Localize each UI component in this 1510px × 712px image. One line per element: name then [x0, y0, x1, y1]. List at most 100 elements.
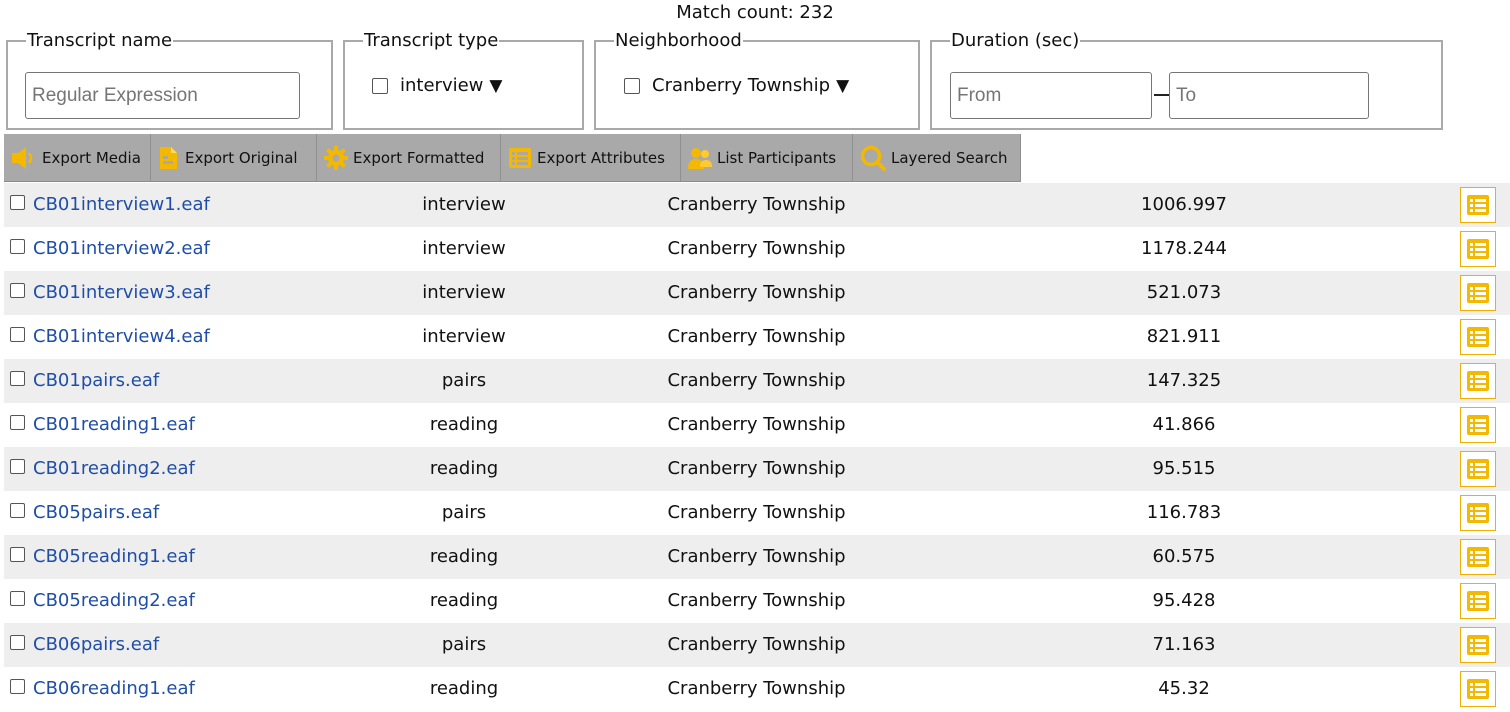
- transcript-type-select[interactable]: interview ▼: [372, 75, 502, 96]
- transcript-type-cell: pairs: [441, 370, 487, 391]
- table-icon: [509, 147, 531, 168]
- layered-search-button[interactable]: Layered Search: [853, 134, 1021, 182]
- neighborhood-cell: Cranberry Township: [667, 458, 846, 479]
- duration-cell: 821.911: [1146, 326, 1222, 347]
- transcript-link[interactable]: CB06pairs.eaf: [33, 623, 159, 667]
- duration-from-input[interactable]: From: [950, 72, 1152, 119]
- table-row: CB01interview1.eaf interview Cranberry Tow…: [4, 183, 1510, 227]
- list-participants-label: List Participants: [717, 148, 837, 167]
- transcript-link[interactable]: CB01interview1.eaf: [33, 183, 210, 227]
- export-media-label: Export Media: [42, 148, 141, 167]
- transcript-link[interactable]: CB01interview2.eaf: [33, 227, 210, 271]
- row-checkbox[interactable]: [10, 327, 25, 342]
- row-select[interactable]: [10, 415, 25, 430]
- transcript-link[interactable]: CB06reading1.eaf: [33, 667, 195, 711]
- duration-filter: Duration (sec) From To: [930, 31, 1443, 130]
- row-select[interactable]: [10, 679, 25, 694]
- transcript-type-cell: reading: [429, 678, 499, 699]
- row-attributes-button[interactable]: [1460, 275, 1496, 311]
- row-attributes-button[interactable]: [1460, 539, 1496, 575]
- table-row: CB05pairs.eaf pairs Cranberry Township 116.…: [4, 491, 1510, 535]
- row-attributes-button[interactable]: [1460, 451, 1496, 487]
- neighborhood-filter: Neighborhood Cranberry Township ▼: [594, 31, 920, 130]
- transcript-link[interactable]: CB05reading1.eaf: [33, 535, 195, 579]
- row-checkbox[interactable]: [10, 283, 25, 298]
- neighborhood-legend: Neighborhood: [615, 30, 742, 51]
- transcript-link[interactable]: CB01interview3.eaf: [33, 271, 210, 315]
- row-checkbox[interactable]: [10, 195, 25, 210]
- transcript-link[interactable]: CB01reading2.eaf: [33, 447, 195, 491]
- neighborhood-cell: Cranberry Township: [667, 238, 846, 259]
- row-checkbox[interactable]: [10, 679, 25, 694]
- row-attributes-button[interactable]: [1460, 583, 1496, 619]
- row-checkbox[interactable]: [10, 239, 25, 254]
- duration-cell: 1006.997: [1141, 194, 1227, 215]
- table-icon: [1467, 283, 1489, 303]
- row-attributes-button[interactable]: [1460, 319, 1496, 355]
- transcript-link[interactable]: CB05pairs.eaf: [33, 491, 159, 535]
- transcript-name-input[interactable]: Regular Expression: [25, 72, 300, 119]
- export-attributes-button[interactable]: Export Attributes: [501, 134, 681, 182]
- row-attributes-button[interactable]: [1460, 671, 1496, 707]
- dropdown-arrow-icon[interactable]: ▼: [489, 76, 502, 96]
- row-attributes-button[interactable]: [1460, 363, 1496, 399]
- table-icon: [1467, 591, 1489, 611]
- row-select[interactable]: [10, 547, 25, 562]
- duration-cell: 521.073: [1146, 282, 1222, 303]
- transcript-link[interactable]: CB05reading2.eaf: [33, 579, 195, 623]
- row-select[interactable]: [10, 635, 25, 650]
- row-attributes-button[interactable]: [1460, 627, 1496, 663]
- row-checkbox[interactable]: [10, 371, 25, 386]
- duration-to-input[interactable]: To: [1169, 72, 1369, 119]
- table-row: CB06reading1.eaf reading Cranberry Townshi…: [4, 667, 1510, 711]
- row-select[interactable]: [10, 503, 25, 518]
- table-row: CB01reading1.eaf reading Cranberry Townshi…: [4, 403, 1510, 447]
- table-icon: [1467, 239, 1489, 259]
- row-select[interactable]: [10, 371, 25, 386]
- row-checkbox[interactable]: [10, 415, 25, 430]
- row-select[interactable]: [10, 239, 25, 254]
- transcript-link[interactable]: CB01interview4.eaf: [33, 315, 210, 359]
- row-attributes-button[interactable]: [1460, 231, 1496, 267]
- neighborhood-checkbox[interactable]: [624, 77, 640, 94]
- row-checkbox[interactable]: [10, 503, 25, 518]
- export-media-button[interactable]: Export Media: [4, 134, 151, 182]
- table-icon: [1467, 415, 1489, 435]
- row-select[interactable]: [10, 283, 25, 298]
- transcript-type-checkbox[interactable]: [372, 77, 388, 94]
- duration-cell: 95.428: [1152, 590, 1216, 611]
- neighborhood-cell: Cranberry Township: [667, 414, 846, 435]
- neighborhood-cell: Cranberry Township: [667, 590, 846, 611]
- table-row: CB01interview3.eaf interview Cranberry Tow…: [4, 271, 1510, 315]
- neighborhood-cell: Cranberry Township: [667, 282, 846, 303]
- neighborhood-select[interactable]: Cranberry Township ▼: [624, 75, 849, 96]
- export-formatted-button[interactable]: Export Formatted: [317, 134, 501, 182]
- row-attributes-button[interactable]: [1460, 187, 1496, 223]
- transcript-type-cell: reading: [429, 458, 499, 479]
- row-attributes-button[interactable]: [1460, 495, 1496, 531]
- neighborhood-value: Cranberry Township: [652, 75, 831, 96]
- row-select[interactable]: [10, 459, 25, 474]
- transcript-link[interactable]: CB01pairs.eaf: [33, 359, 159, 403]
- table-icon: [1467, 503, 1489, 523]
- dropdown-arrow-icon[interactable]: ▼: [836, 76, 849, 96]
- transcript-type-cell: reading: [429, 546, 499, 567]
- duration-legend: Duration (sec): [951, 30, 1080, 51]
- row-select[interactable]: [10, 591, 25, 606]
- row-checkbox[interactable]: [10, 591, 25, 606]
- toolbar: Export Media Export Original Export Form…: [4, 134, 1021, 182]
- export-original-label: Export Original: [185, 148, 298, 167]
- table-row: CB06pairs.eaf pairs Cranberry Township 71.1…: [4, 623, 1510, 667]
- row-checkbox[interactable]: [10, 635, 25, 650]
- row-attributes-button[interactable]: [1460, 407, 1496, 443]
- list-participants-button[interactable]: List Participants: [681, 134, 853, 182]
- transcript-link[interactable]: CB01reading1.eaf: [33, 403, 195, 447]
- row-checkbox[interactable]: [10, 547, 25, 562]
- transcript-type-legend: Transcript type: [364, 30, 499, 51]
- row-select[interactable]: [10, 195, 25, 210]
- duration-cell: 41.866: [1152, 414, 1216, 435]
- row-checkbox[interactable]: [10, 459, 25, 474]
- row-select[interactable]: [10, 327, 25, 342]
- export-formatted-label: Export Formatted: [353, 148, 485, 167]
- export-original-button[interactable]: Export Original: [151, 134, 317, 182]
